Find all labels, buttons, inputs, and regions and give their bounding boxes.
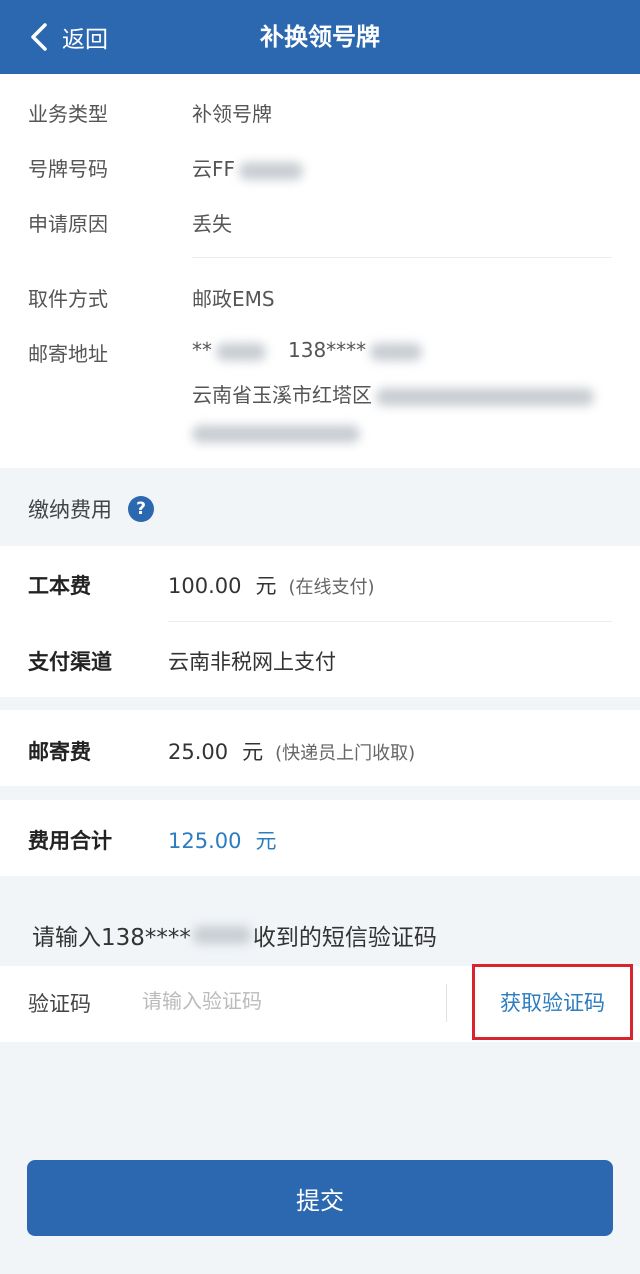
address-line-2: [192, 420, 360, 444]
postage-card: 邮寄费 25.00 元 (快递员上门收取): [0, 710, 640, 786]
back-label: 返回: [62, 27, 108, 53]
sms-prompt-suffix: 收到的短信验证码: [252, 925, 437, 951]
redacted-phone: [370, 342, 423, 361]
payment-channel-value: 云南非税网上支付: [168, 650, 336, 674]
postage-unit: 元: [242, 740, 264, 764]
business-type-value: 补领号牌: [192, 102, 272, 126]
total-label: 费用合计: [28, 829, 112, 853]
cost-value: 100.00 元 (在线支付): [168, 570, 375, 600]
address-text: 云南省玉溪市红塔区: [192, 383, 372, 407]
pickup-method-label: 取件方式: [28, 287, 108, 311]
get-code-button[interactable]: 获取验证码: [472, 964, 633, 1040]
submit-button[interactable]: 提交: [27, 1160, 613, 1236]
mailing-address-label: 邮寄地址: [28, 342, 108, 366]
pickup-method-value: 邮政EMS: [192, 287, 275, 311]
divider: [192, 257, 612, 258]
total-value: 125.00 元: [168, 825, 276, 855]
recipient-name: **: [192, 338, 212, 362]
help-icon[interactable]: ?: [128, 496, 154, 522]
payment-channel-label: 支付渠道: [28, 650, 112, 674]
total-card: 费用合计 125.00 元: [0, 800, 640, 876]
top-nav-bar: 返回 补换领号牌: [0, 0, 640, 74]
back-button[interactable]: 返回: [28, 0, 108, 74]
chevron-left-icon: [31, 23, 47, 51]
redacted-phone: [192, 926, 251, 944]
business-info-card: 业务类型 补领号牌 号牌号码 云FF 申请原因 丢失 取件方式 邮政EMS 邮寄…: [0, 74, 640, 468]
recipient-line: ** 138****: [192, 338, 423, 362]
business-type-label: 业务类型: [28, 102, 108, 126]
recipient-phone: 138****: [288, 338, 367, 362]
divider: [446, 984, 447, 1022]
cost-unit: 元: [255, 574, 277, 598]
plate-number-value: 云FF: [192, 153, 304, 182]
total-amount: 125.00: [168, 829, 242, 853]
address-line-1: 云南省玉溪市红塔区: [192, 379, 594, 408]
apply-reason-label: 申请原因: [28, 212, 108, 236]
total-unit: 元: [255, 829, 277, 853]
redacted-name: [216, 342, 266, 361]
apply-reason-value: 丢失: [192, 212, 232, 236]
redacted-plate: [239, 161, 304, 180]
fee-section-header: 缴纳费用 ?: [28, 494, 154, 524]
cost-label: 工本费: [28, 574, 91, 598]
plate-number-text: 云FF: [192, 157, 236, 181]
fee-card: 工本费 100.00 元 (在线支付) 支付渠道 云南非税网上支付: [0, 546, 640, 697]
fee-section-title: 缴纳费用: [28, 498, 112, 522]
redacted-address-2: [192, 424, 360, 443]
sms-prompt: 请输入138**** 收到的短信验证码: [32, 918, 437, 952]
cost-note: (在线支付): [288, 577, 375, 598]
verification-code-input[interactable]: [142, 976, 432, 1026]
postage-note: (快递员上门收取): [275, 743, 416, 764]
sms-prompt-prefix: 请输入138****: [32, 925, 191, 951]
plate-number-label: 号牌号码: [28, 157, 108, 181]
divider: [168, 621, 612, 622]
cost-amount: 100.00: [168, 574, 242, 598]
redacted-address: [376, 387, 594, 406]
postage-value: 25.00 元 (快递员上门收取): [168, 736, 415, 766]
verification-code-label: 验证码: [28, 992, 91, 1016]
postage-amount: 25.00: [168, 740, 229, 764]
postage-label: 邮寄费: [28, 740, 91, 764]
